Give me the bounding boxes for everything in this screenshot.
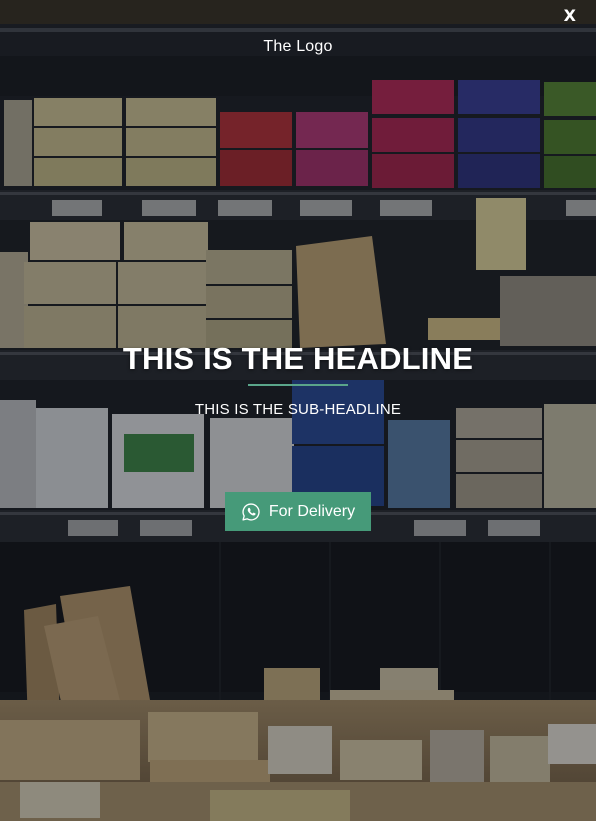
page-subheadline: THIS IS THE SUB-HEADLINE — [194, 401, 402, 418]
logo-text[interactable]: The Logo — [0, 38, 596, 56]
delivery-button-label: For Delivery — [268, 502, 356, 520]
whatsapp-icon — [241, 502, 261, 522]
headline-divider — [248, 384, 348, 386]
promo-popup: X The Logo THIS IS THE HEADLINE THIS IS … — [0, 0, 596, 821]
page-headline: THIS IS THE HEADLINE — [122, 341, 474, 376]
delivery-button[interactable]: For Delivery — [225, 492, 371, 531]
close-button[interactable]: X — [564, 6, 576, 26]
